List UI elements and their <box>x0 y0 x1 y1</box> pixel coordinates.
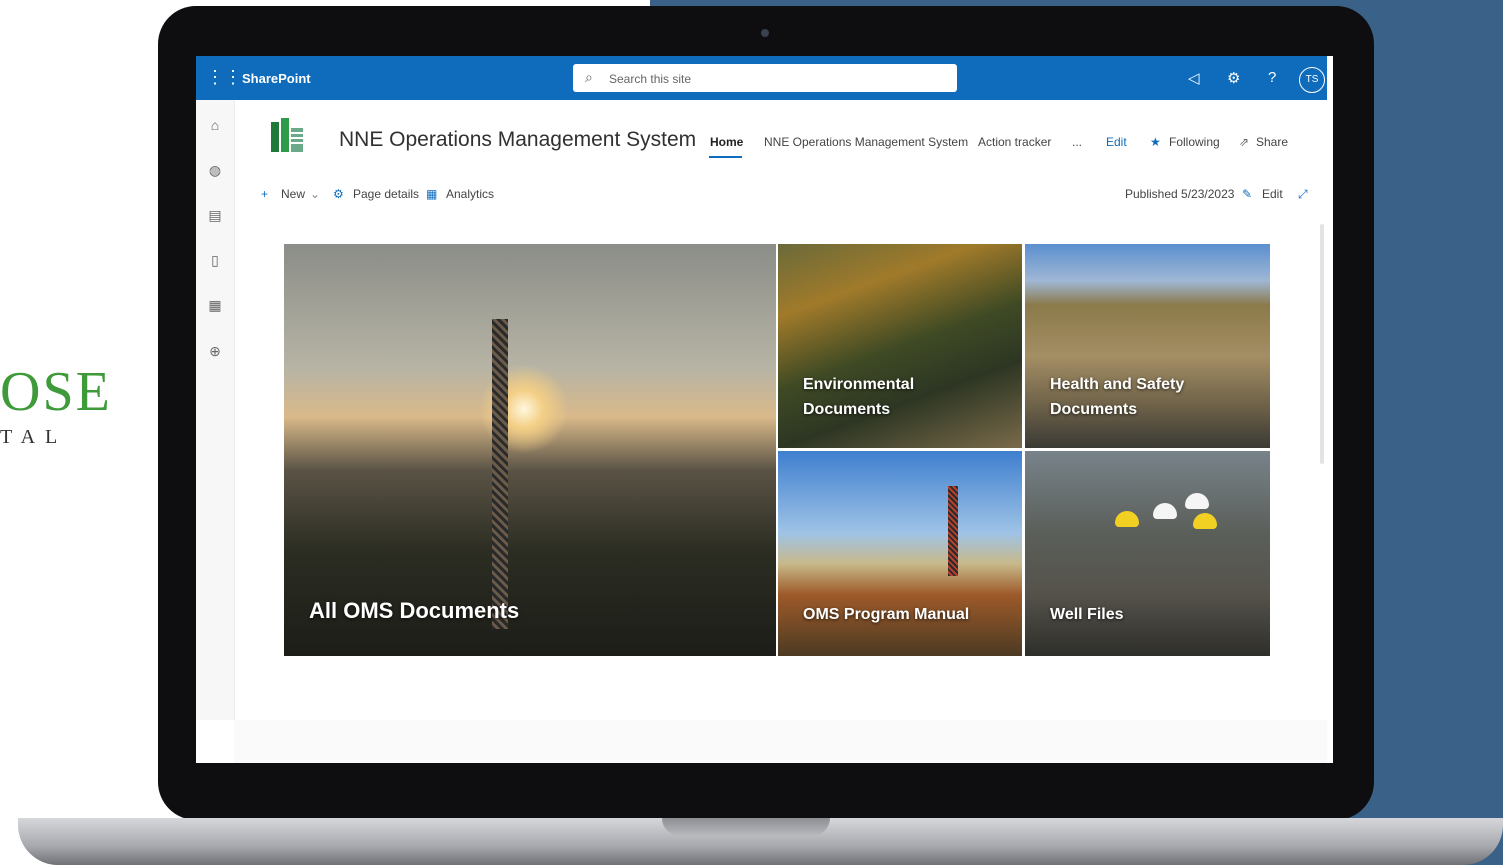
tile-well-files[interactable]: Well Files <box>1025 451 1270 656</box>
nav-home-underline <box>709 156 742 158</box>
hard-hat-image <box>1153 503 1177 519</box>
scrollbar[interactable] <box>1320 224 1324 464</box>
gear-icon[interactable]: ⚙ <box>333 187 344 201</box>
edit-button[interactable]: Edit <box>1262 187 1283 201</box>
analytics-icon[interactable]: ▦ <box>426 187 437 201</box>
nav-more[interactable]: ... <box>1072 135 1082 149</box>
share-icon[interactable]: ⇗ <box>1239 135 1249 149</box>
nav-home[interactable]: Home <box>710 135 743 149</box>
add-icon[interactable]: ⊕ <box>206 342 224 360</box>
site-logo <box>271 118 303 152</box>
drilling-rig-image <box>948 486 958 576</box>
chevron-down-icon[interactable]: ⌄ <box>310 187 320 201</box>
home-icon[interactable]: ⌂ <box>206 116 224 134</box>
left-nav: ⌂ ◍ ▤ ▯ ▦ ⊕ <box>196 100 235 720</box>
drilling-rig-image <box>492 319 508 629</box>
search-icon: ⌕ <box>585 69 593 85</box>
document-icon[interactable]: ▯ <box>206 251 224 269</box>
hard-hat-image <box>1193 513 1217 529</box>
published-status: Published 5/23/2023 <box>1125 187 1235 201</box>
background-logo: OSE TAL <box>0 360 110 460</box>
background-logo-text: OSE <box>0 361 112 423</box>
hard-hat-image <box>1185 493 1209 509</box>
tile-label: Health and Safety Documents <box>1050 376 1185 418</box>
globe-icon[interactable]: ◍ <box>206 161 224 179</box>
help-icon[interactable]: ? <box>1268 69 1276 86</box>
tile-environmental-documents[interactable]: Environmental Documents <box>778 244 1022 448</box>
pencil-icon[interactable]: ✎ <box>1242 187 1252 201</box>
following-button[interactable]: Following <box>1169 135 1220 149</box>
nav-oms[interactable]: NNE Operations Management System <box>764 135 968 149</box>
tile-health-safety-documents[interactable]: Health and Safety Documents <box>1025 244 1270 448</box>
database-icon[interactable]: ▦ <box>206 296 224 314</box>
tile-label: Environmental Documents <box>803 376 915 418</box>
sharepoint-screen: ⋮⋮ SharePoint ⌕ Search this site ◁ ⚙ ? T… <box>196 56 1333 763</box>
camera <box>761 29 769 37</box>
tile-all-oms-documents[interactable]: All OMS Documents <box>284 244 776 656</box>
tile-label: Well Files <box>1050 606 1124 623</box>
nav-action-tracker[interactable]: Action tracker <box>978 135 1051 149</box>
search-placeholder: Search this site <box>609 72 692 86</box>
waffle-icon[interactable]: ⋮⋮ <box>206 68 242 86</box>
settings-icon[interactable]: ⚙ <box>1227 69 1240 87</box>
tile-oms-program-manual[interactable]: OMS Program Manual <box>778 451 1022 656</box>
plus-icon[interactable]: + <box>261 187 268 201</box>
laptop-notch <box>662 818 830 836</box>
background-logo-subtext: TAL <box>0 426 68 448</box>
avatar[interactable]: TS <box>1299 67 1325 93</box>
megaphone-icon[interactable]: ◁ <box>1188 69 1200 87</box>
share-button[interactable]: Share <box>1256 135 1288 149</box>
suite-bar: ⋮⋮ SharePoint ⌕ Search this site ◁ ⚙ ? T… <box>196 56 1327 100</box>
app-name[interactable]: SharePoint <box>242 71 311 86</box>
nav-edit[interactable]: Edit <box>1106 135 1127 149</box>
star-icon[interactable]: ★ <box>1150 135 1161 149</box>
expand-icon[interactable]: ⤢ <box>1298 187 1308 202</box>
analytics-button[interactable]: Analytics <box>446 187 494 201</box>
news-icon[interactable]: ▤ <box>206 206 224 224</box>
site-title: NNE Operations Management System <box>339 128 697 151</box>
search-box[interactable]: ⌕ Search this site <box>573 64 957 92</box>
page-details-button[interactable]: Page details <box>353 187 419 201</box>
hard-hat-image <box>1115 511 1139 527</box>
new-button[interactable]: New <box>281 187 305 201</box>
page-footer-area <box>234 720 1327 763</box>
tile-label: OMS Program Manual <box>803 606 970 623</box>
tile-label: All OMS Documents <box>309 598 520 623</box>
